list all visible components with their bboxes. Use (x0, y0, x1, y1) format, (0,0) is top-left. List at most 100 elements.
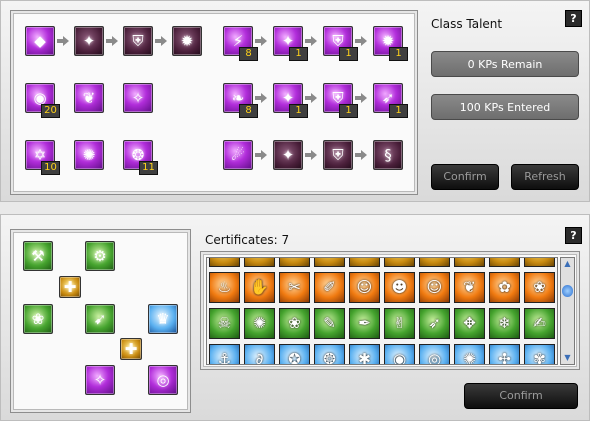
talent-caster-icon[interactable]: ✦ 1 (273, 26, 308, 61)
icon-glyph: ✦ (82, 32, 96, 50)
talent-swirl-icon[interactable]: ✹ (172, 26, 202, 56)
certificate-icon[interactable]: ✺ (454, 344, 485, 364)
certificate-icon[interactable]: ✍ (524, 308, 555, 339)
certificate-icon[interactable]: ❦ (454, 272, 485, 303)
confirm-button[interactable]: Confirm (431, 164, 499, 190)
certificate-icon[interactable]: ✺ (244, 308, 275, 339)
certificate-icon[interactable]: ◉ (384, 344, 415, 365)
certificate-glyph: ◉ (392, 350, 407, 365)
help-button[interactable]: ? (565, 10, 582, 27)
talent-rune-icon[interactable]: ✦ (273, 140, 303, 170)
certificate-icon[interactable]: ✥ (454, 308, 485, 339)
certificate-icon[interactable]: ❀ (524, 272, 555, 303)
talent-guard-icon[interactable]: ⛨ (323, 140, 353, 170)
arrow-right-icon (355, 93, 367, 103)
confirm-button[interactable]: Confirm (464, 383, 578, 409)
certificate-glyph: ☻ (391, 278, 408, 296)
certificate-glyph: ✿ (210, 258, 239, 266)
certificate-icon[interactable]: ➶ (419, 308, 450, 339)
certificate-icon[interactable]: ✒ (349, 308, 380, 339)
talent-ring-icon[interactable]: ❂ 11 (123, 140, 158, 175)
certificate-icon[interactable]: ☻ (384, 272, 415, 303)
crown-icon[interactable]: ♛ (148, 304, 178, 334)
skill-path-panel: ⚒ ⚙ ✚ ❀ ➹ ♛ ✚ ✧ ◎ (10, 229, 191, 413)
certificate-icon[interactable]: ✐ (314, 272, 345, 303)
sparkle-arrow-icon[interactable]: ✧ (85, 365, 115, 395)
certificate-icon[interactable]: ✿ (244, 258, 275, 267)
certificate-icon[interactable]: ☺ (349, 272, 380, 303)
certificate-icon[interactable]: ✣ (489, 344, 520, 364)
certificate-icon[interactable]: ✿ (349, 258, 380, 267)
certificate-icon[interactable]: ✿ (419, 258, 450, 267)
certificate-icon[interactable]: ✿ (489, 258, 520, 267)
certificate-icon[interactable]: ❄ (489, 308, 520, 339)
certificate-icon[interactable]: ♨ (209, 272, 240, 303)
certificate-glyph: ✾ (533, 350, 546, 365)
talent-wing-icon[interactable]: ➶ 1 (373, 83, 408, 118)
certificate-icon[interactable]: ✱ (349, 344, 380, 364)
talent-summon-icon[interactable]: ✦ 1 (273, 83, 308, 118)
talent-creature-icon[interactable]: ❦ (74, 83, 104, 113)
talent-flame-icon[interactable]: ☄ (223, 140, 253, 170)
hand-leaf-icon[interactable]: ❀ (23, 304, 53, 334)
arrow-right-icon (305, 150, 317, 160)
certificate-icon[interactable]: ✿ (209, 258, 240, 267)
talent-vortex-icon[interactable]: ✹ 1 (373, 26, 408, 61)
spiral-icon[interactable]: ◎ (148, 365, 178, 395)
certificate-icon[interactable]: ✿ (314, 258, 345, 267)
certificate-icon[interactable]: ☠ (209, 308, 240, 339)
talent-figure-icon[interactable]: ✦ (74, 26, 104, 56)
grid-scrollbar[interactable]: ▲ ▼ (560, 257, 575, 365)
talent-lightning-icon[interactable]: ⚡ 8 (223, 26, 258, 61)
certificate-icon[interactable]: ✌ (384, 308, 415, 339)
certificate-icon[interactable]: ✿ (489, 272, 520, 303)
certificate-icon[interactable]: ∂ (244, 344, 275, 364)
gold-connector-icon[interactable]: ✚ (59, 276, 81, 298)
certificate-icon[interactable]: ✎ (314, 308, 345, 339)
certificate-icon[interactable]: ✂ (279, 272, 310, 303)
certificate-glyph: ✋ (250, 278, 269, 296)
talent-dragon-icon[interactable]: ❧ 8 (223, 83, 258, 118)
certificate-glyph: ✿ (498, 278, 511, 296)
certificate-glyph: ➶ (428, 314, 441, 332)
talent-aegis-icon[interactable]: ⛨ 1 (323, 83, 358, 118)
talent-ward-icon[interactable]: ⛨ 1 (323, 26, 358, 61)
certificate-icon[interactable]: ✪ (279, 344, 310, 364)
certificate-icon[interactable]: ✋ (244, 272, 275, 303)
certificate-icon[interactable]: ✿ (454, 258, 485, 267)
icon-glyph: ➹ (93, 310, 107, 328)
arrow-right-icon (106, 36, 118, 46)
icon-glyph: ❦ (82, 89, 96, 107)
certificate-icon[interactable]: ✾ (524, 344, 555, 365)
icon-glyph: ♛ (156, 310, 170, 328)
certificate-icon[interactable]: ✿ (384, 258, 415, 267)
gold-connector-icon[interactable]: ✚ (120, 338, 142, 360)
refresh-button[interactable]: Refresh (511, 164, 579, 190)
shovel-icon[interactable]: ⚒ (23, 241, 53, 271)
scroll-thumb[interactable] (562, 285, 573, 297)
certificate-icon[interactable]: ◎ (419, 344, 450, 365)
bow-icon[interactable]: ➹ (85, 304, 115, 334)
talent-shield-icon[interactable]: ⛨ (123, 26, 153, 56)
talent-serpent-icon[interactable]: § (373, 140, 403, 170)
certificate-icon[interactable]: ✿ (279, 258, 310, 267)
skill-level-badge: 10 (41, 161, 60, 175)
certificate-icon[interactable]: ☺ (419, 272, 450, 303)
talent-crystal-icon[interactable]: ◆ (25, 26, 55, 56)
talent-orb-icon[interactable]: ◉ 20 (25, 83, 60, 118)
certificate-glyph: ☺ (426, 278, 443, 296)
talent-burst-icon[interactable]: ✺ (74, 140, 104, 170)
skill-level-badge: 1 (289, 104, 308, 118)
scroll-down-icon[interactable]: ▼ (562, 353, 573, 363)
gear-ring-icon[interactable]: ⚙ (85, 241, 115, 271)
certificate-icon[interactable]: ✿ (524, 258, 555, 267)
scroll-up-icon[interactable]: ▲ (562, 259, 573, 269)
certificate-glyph: ◎ (427, 350, 442, 365)
talent-wisp-icon[interactable]: ✧ (123, 83, 153, 113)
help-button[interactable]: ? (565, 227, 582, 244)
talent-hexagram-icon[interactable]: ✡ 10 (25, 140, 60, 175)
certificate-glyph: ✿ (490, 258, 519, 266)
certificate-icon[interactable]: ⚓ (209, 344, 240, 364)
certificate-icon[interactable]: ❂ (314, 344, 345, 364)
certificate-icon[interactable]: ❀ (279, 308, 310, 339)
